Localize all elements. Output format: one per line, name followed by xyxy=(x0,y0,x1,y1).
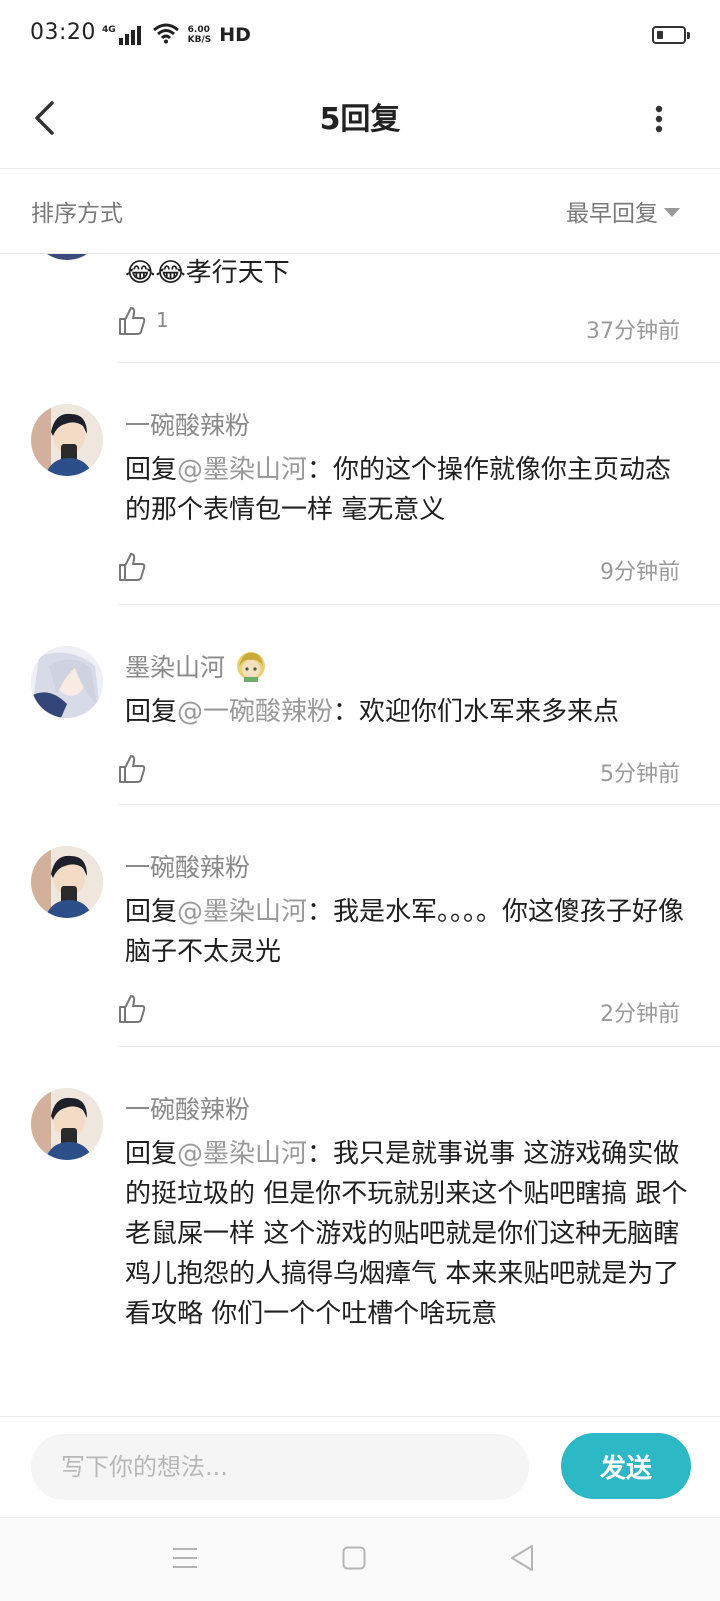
send-button[interactable]: 发送 xyxy=(561,1433,691,1499)
status-icons: 4G 6.00 KB/S HD xyxy=(102,22,251,48)
avatar[interactable] xyxy=(31,1088,103,1160)
avatar-badge-icon xyxy=(237,652,266,682)
avatar[interactable] xyxy=(31,646,103,718)
divider xyxy=(118,604,720,605)
battery-fill xyxy=(657,31,663,39)
reply-content: 回复@一碗酸辣粉：欢迎你们水军来多来点 xyxy=(125,692,690,732)
reply-time: 9分钟前 xyxy=(600,560,680,585)
status-time: 03:20 xyxy=(30,20,96,45)
more-vertical-icon xyxy=(655,105,663,133)
back-nav-button[interactable] xyxy=(502,1538,542,1578)
reply-item: 一碗酸辣粉 回复@墨染山河：你的这个操作就像你主页动态的那个表情包一样 毫无意义… xyxy=(0,364,720,606)
home-nav-button[interactable] xyxy=(334,1538,374,1578)
reply-item: 一碗酸辣粉 回复@墨染山河：我只是就事说事 这游戏确实做的挺垃圾的 但是你不玩就… xyxy=(0,1048,720,1416)
reply-username[interactable]: 一碗酸辣粉 xyxy=(125,848,250,884)
reply-content: 回复@墨染山河：你的这个操作就像你主页动态的那个表情包一样 毫无意义 xyxy=(125,450,690,530)
caret-down-icon xyxy=(664,207,680,217)
wifi-icon xyxy=(152,22,180,48)
menu-nav-button[interactable] xyxy=(165,1538,205,1578)
reply-username[interactable]: 一碗酸辣粉 xyxy=(125,406,250,442)
thumbs-up-icon xyxy=(119,553,146,581)
like-button[interactable]: 1 xyxy=(118,306,169,336)
network-speed-unit: KB/S xyxy=(187,35,212,45)
reply-content: 回复@墨染山河：我只是就事说事 这游戏确实做的挺垃圾的 但是你不玩就别来这个贴吧… xyxy=(125,1134,690,1334)
mention-link[interactable]: @墨染山河 xyxy=(177,897,307,927)
like-button[interactable] xyxy=(118,552,156,582)
reply-time: 37分钟前 xyxy=(586,319,680,344)
like-count: 1 xyxy=(156,308,169,332)
signal-icon: 4G xyxy=(102,25,144,45)
status-bar: 03:20 4G 6.00 KB/S HD xyxy=(0,0,720,72)
triangle-back-icon xyxy=(511,1545,533,1571)
thumbs-up-icon xyxy=(119,307,146,335)
reply-prefix: 回复 xyxy=(125,1139,178,1169)
network-speed: 6.00 KB/S xyxy=(188,25,212,45)
battery-icon xyxy=(652,26,690,44)
reply-content: 😂😂孝行天下 xyxy=(125,254,690,293)
thumbs-up-icon xyxy=(119,995,146,1023)
page-title: 5回复 xyxy=(319,102,401,137)
mention-link[interactable]: @墨染山河 xyxy=(177,1139,307,1169)
divider xyxy=(118,362,720,363)
sort-bar: 排序方式 最早回复 xyxy=(0,169,720,254)
avatar[interactable] xyxy=(31,846,103,918)
reply-composer: 发送 xyxy=(0,1416,720,1517)
reply-list[interactable]: 😂😂孝行天下 1 37分钟前 一碗酸辣粉 回复@墨染山河：你的这个操作就像你主页… xyxy=(0,254,720,1416)
mention-link[interactable]: @墨染山河 xyxy=(177,455,307,485)
avatar[interactable] xyxy=(31,404,103,476)
like-button[interactable] xyxy=(118,994,156,1024)
menu-icon xyxy=(173,1548,197,1568)
reply-input[interactable] xyxy=(31,1434,529,1500)
reply-prefix: 回复 xyxy=(125,697,178,727)
reply-username[interactable]: 一碗酸辣粉 xyxy=(125,1090,250,1126)
thumbs-up-icon xyxy=(119,755,146,783)
reply-text: ：欢迎你们水军来多来点 xyxy=(333,697,620,727)
mention-link[interactable]: @一碗酸辣粉 xyxy=(177,697,333,727)
reply-time: 5分钟前 xyxy=(600,762,680,787)
reply-username[interactable]: 墨染山河 xyxy=(125,648,267,684)
divider xyxy=(118,1046,720,1047)
reply-time: 2分钟前 xyxy=(600,1002,680,1027)
divider xyxy=(118,804,720,805)
app-header: 5回复 xyxy=(0,72,720,169)
reply-item: 墨染山河 回复@一碗酸辣粉：欢迎你们水军来多来点 5分钟前 xyxy=(0,606,720,806)
reply-item: 😂😂孝行天下 1 37分钟前 xyxy=(0,254,720,364)
sort-label: 排序方式 xyxy=(31,201,123,227)
reply-prefix: 回复 xyxy=(125,455,178,485)
reply-content: 回复@墨染山河：我是水军。。。。你这傻孩子好像脑子不太灵光 xyxy=(125,892,690,972)
sort-dropdown[interactable]: 最早回复 xyxy=(566,194,680,228)
network-speed-value: 6.00 xyxy=(187,25,210,35)
reply-item: 一碗酸辣粉 回复@墨染山河：我是水军。。。。你这傻孩子好像脑子不太灵光 2分钟前 xyxy=(0,806,720,1048)
more-button[interactable] xyxy=(644,96,674,142)
sort-selected-value: 最早回复 xyxy=(566,201,658,227)
hd-indicator: HD xyxy=(219,24,251,46)
username-text: 墨染山河 xyxy=(125,653,226,682)
reply-text: 😂😂孝行天下 xyxy=(125,258,290,288)
avatar[interactable] xyxy=(31,254,103,260)
system-nav-bar xyxy=(0,1517,720,1601)
square-home-icon xyxy=(342,1546,366,1570)
like-button[interactable] xyxy=(118,754,156,784)
network-type: 4G xyxy=(102,25,116,35)
reply-prefix: 回复 xyxy=(125,897,178,927)
